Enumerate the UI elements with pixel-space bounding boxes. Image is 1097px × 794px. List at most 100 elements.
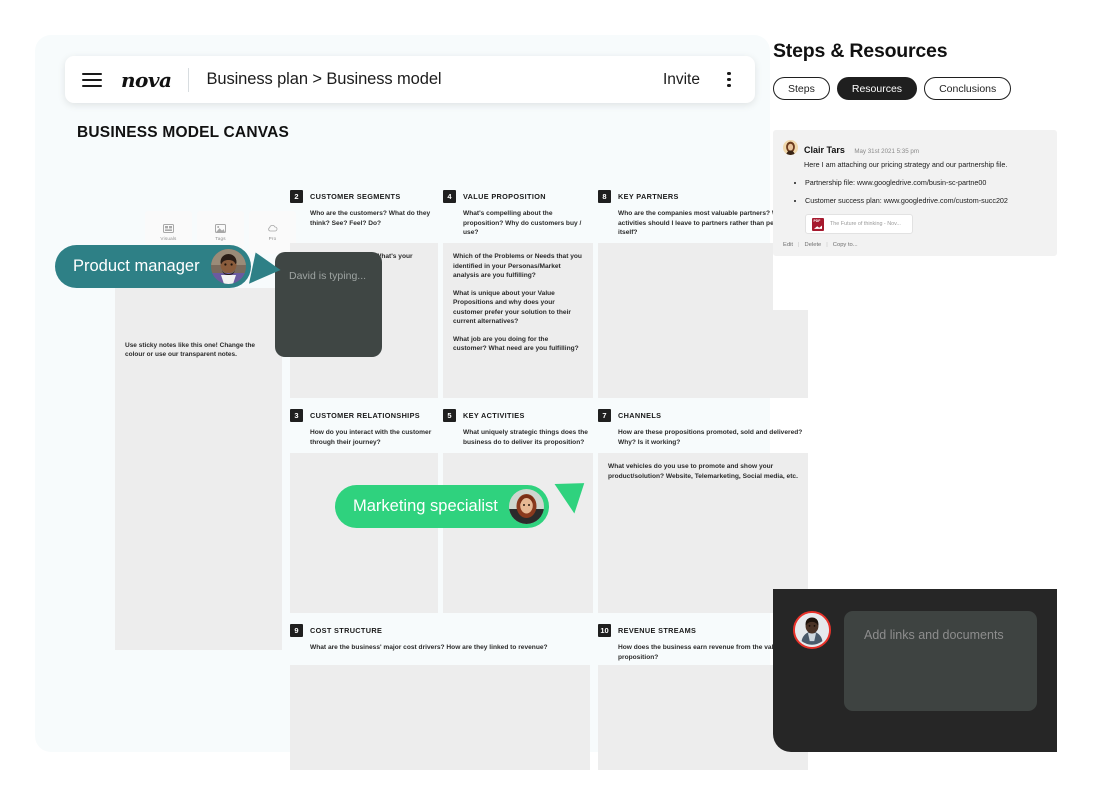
section-header: 3 CUSTOMER RELATIONSHIPS: [290, 409, 438, 422]
section-header: 2 CUSTOMER SEGMENTS: [290, 190, 438, 203]
sticky-note-text: Use sticky notes like this one! Change t…: [125, 342, 256, 359]
panel-tabs: Steps Resources Conclusions: [773, 77, 1057, 100]
cloud-icon: [268, 224, 278, 232]
section-header: 7 CHANNELS: [598, 409, 808, 422]
edit-link[interactable]: Edit: [783, 242, 793, 248]
section-hint: Who are the customers? What do they thin…: [310, 210, 431, 227]
separator: |: [798, 242, 800, 249]
section-cost-structure[interactable]: 9 COST STRUCTURE What are the business' …: [290, 624, 580, 653]
picture-icon: [215, 224, 226, 233]
section-title: REVENUE STREAMS: [618, 626, 697, 635]
more-options-icon[interactable]: [720, 70, 738, 90]
zone-text: What vehicles do you use to promote and …: [608, 463, 798, 480]
comment-bullet-list: Partnership file: www.googledrive.com/bu…: [805, 178, 1045, 207]
zone-value-proposition[interactable]: Which of the Problems or Needs that you …: [443, 243, 593, 398]
attachment-chip[interactable]: PDF The Future of thinking - Nov...: [805, 214, 913, 235]
section-channels[interactable]: 7 CHANNELS How are these propositions pr…: [598, 409, 808, 447]
tab-conclusions[interactable]: Conclusions: [924, 77, 1012, 100]
section-hint: What uniquely strategic things does the …: [463, 429, 588, 446]
section-number: 9: [290, 624, 303, 637]
section-title: CHANNELS: [618, 411, 662, 420]
avatar-image: [783, 140, 798, 155]
resource-comment-card: Clair Tars May 31st 2021 5:35 pm Here I …: [773, 130, 1057, 257]
cursor-label-product-manager[interactable]: Product manager: [55, 245, 251, 288]
page-title: BUSINESS MODEL CANVAS: [77, 124, 290, 141]
avatar-image: [210, 249, 246, 284]
tool-tags-label: Tags: [215, 236, 226, 241]
avatar-product-manager: [210, 249, 246, 284]
section-title: CUSTOMER SEGMENTS: [310, 192, 401, 201]
tool-visuals-label: Visuals: [160, 236, 177, 241]
section-title: CUSTOMER RELATIONSHIPS: [310, 411, 420, 420]
app-window: nova Business plan > Business model Invi…: [35, 35, 808, 770]
comment-author: Clair Tars: [804, 145, 845, 155]
section-number: 3: [290, 409, 303, 422]
avatar-image: [795, 613, 829, 647]
section-hint: What are the business' major cost driver…: [310, 644, 548, 651]
tool-pro-label: Pro: [268, 236, 277, 241]
list-item: Partnership file: www.googledrive.com/bu…: [805, 178, 1045, 189]
tab-resources[interactable]: Resources: [836, 77, 918, 100]
separator: |: [826, 242, 828, 249]
panel-title: Steps & Resources: [773, 40, 948, 62]
zone-paragraph: What job are you doing for the customer?…: [453, 335, 579, 353]
avatar-clair-tars: [783, 140, 798, 155]
comment-actions: Edit | Delete | Copy to...: [783, 242, 1045, 248]
section-header: 4 VALUE PROPOSITION: [443, 190, 593, 203]
comment-meta: Clair Tars May 31st 2021 5:35 pm Here I …: [804, 140, 1007, 171]
section-header: 5 KEY ACTIVITIES: [443, 409, 593, 422]
section-title: KEY ACTIVITIES: [463, 411, 525, 420]
list-item: Customer success plan: www.googledrive.c…: [805, 196, 1045, 207]
section-value-proposition[interactable]: 4 VALUE PROPOSITION What's compelling ab…: [443, 190, 593, 238]
section-title: VALUE PROPOSITION: [463, 192, 546, 201]
section-hint: What's compelling about the proposition?…: [463, 210, 582, 237]
comment-header: Clair Tars May 31st 2021 5:35 pm Here I …: [783, 140, 1045, 171]
section-number: 4: [443, 190, 456, 203]
sticky-note-panel[interactable]: Use sticky notes like this one! Change t…: [115, 288, 282, 650]
comment-text: Here I am attaching our pricing strategy…: [804, 160, 1008, 169]
zone-cost-structure[interactable]: [290, 665, 590, 770]
copy-to-link[interactable]: Copy to...: [833, 242, 858, 248]
tab-steps[interactable]: Steps: [773, 77, 830, 100]
section-number: 8: [598, 190, 611, 203]
typing-indicator-note: David is typing...: [275, 252, 382, 357]
tool-pro[interactable]: Pro: [249, 211, 296, 254]
section-number: 7: [598, 409, 611, 422]
comment-timestamp: May 31st 2021 5:35 pm: [854, 148, 919, 155]
composer-panel: Add links and documents: [773, 589, 1057, 752]
breadcrumb[interactable]: Business plan > Business model: [206, 70, 441, 89]
typing-indicator-text: David is typing...: [289, 270, 367, 282]
hamburger-menu-icon[interactable]: [82, 72, 102, 87]
brand-logo: nova: [121, 67, 172, 92]
section-number: 2: [290, 190, 303, 203]
zone-paragraph: What is unique about your Value Proposit…: [453, 289, 571, 326]
section-hint: How do you interact with the customer th…: [310, 429, 432, 446]
zone-paragraph: Which of the Problems or Needs that you …: [453, 253, 582, 280]
invite-button[interactable]: Invite: [663, 71, 700, 89]
add-links-input[interactable]: Add links and documents: [844, 611, 1037, 711]
section-key-activities[interactable]: 5 KEY ACTIVITIES What uniquely strategic…: [443, 409, 593, 447]
pdf-file-icon: PDF: [812, 217, 824, 231]
image-grid-icon: [163, 224, 174, 233]
section-title: KEY PARTNERS: [618, 192, 679, 201]
attachment-filename: The Future of thinking - Nov...: [830, 221, 901, 228]
cursor-label-text: Product manager: [73, 257, 200, 275]
zone-customer-relationships[interactable]: [290, 453, 438, 613]
section-header: 9 COST STRUCTURE: [290, 624, 580, 637]
cursor-label-text: Marketing specialist: [353, 497, 498, 515]
add-links-placeholder: Add links and documents: [864, 628, 1004, 642]
section-customer-segments[interactable]: 2 CUSTOMER SEGMENTS Who are the customer…: [290, 190, 438, 228]
avatar-marketing-specialist: [508, 489, 544, 524]
avatar-current-user: [793, 611, 831, 649]
steps-resources-panel: Steps & Resources Steps Resources Conclu…: [773, 40, 1057, 310]
section-customer-relationships[interactable]: 3 CUSTOMER RELATIONSHIPS How do you inte…: [290, 409, 438, 447]
divider: [188, 67, 190, 92]
screen: nova Business plan > Business model Invi…: [0, 0, 1097, 794]
section-title: COST STRUCTURE: [310, 626, 383, 635]
zone-text: Which of the Problems or Needs that you …: [443, 243, 593, 354]
section-number: 5: [443, 409, 456, 422]
zone-key-activities[interactable]: [443, 453, 593, 613]
cursor-label-marketing-specialist[interactable]: Marketing specialist: [335, 485, 549, 528]
delete-link[interactable]: Delete: [805, 242, 822, 248]
section-number: 10: [598, 624, 611, 637]
